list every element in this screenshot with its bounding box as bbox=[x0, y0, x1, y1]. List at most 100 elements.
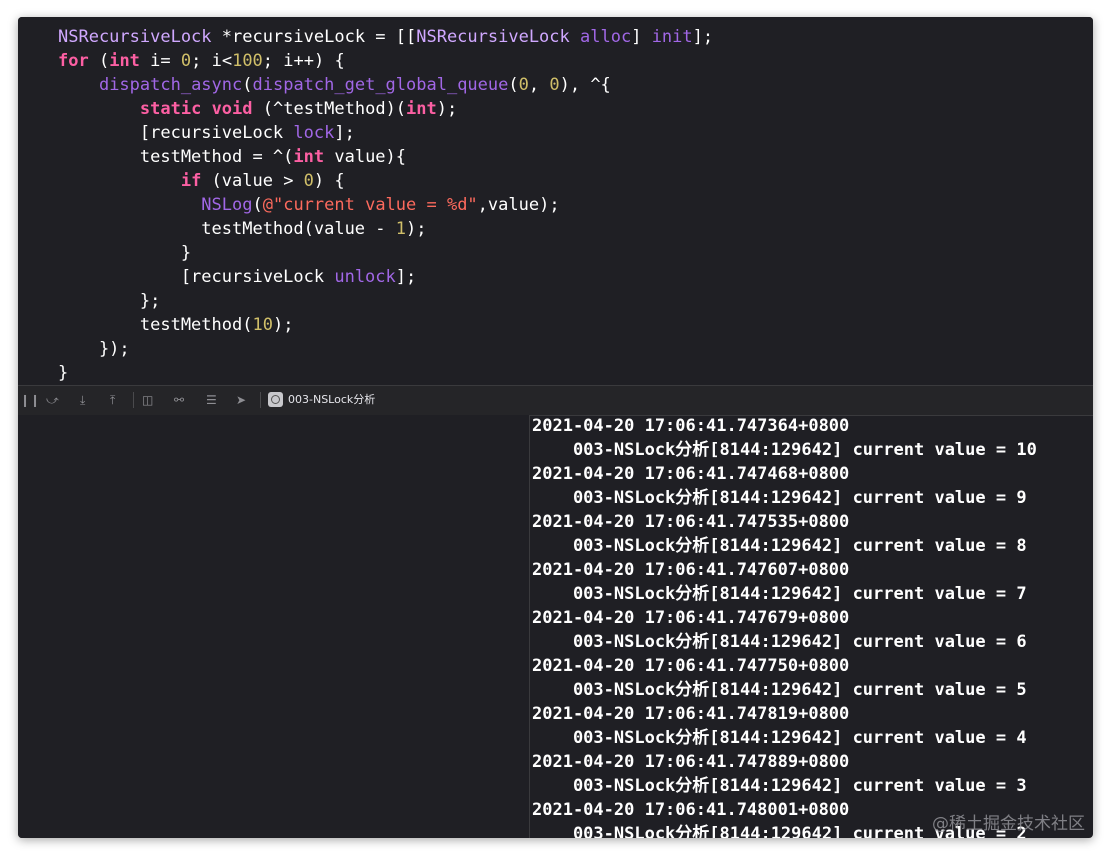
code-token: NSLog bbox=[201, 195, 253, 215]
code-token: ) { bbox=[313, 171, 345, 191]
code-token: ( bbox=[508, 75, 519, 95]
step-into-icon[interactable]: ⤓ bbox=[80, 392, 85, 408]
code-token: ,value); bbox=[477, 195, 560, 215]
code-token: (value > bbox=[201, 171, 304, 191]
code-token: }; bbox=[58, 291, 161, 311]
code-token: ), ^{ bbox=[559, 75, 611, 95]
location-icon[interactable]: ➤ bbox=[236, 392, 246, 408]
code-token: @"current value = %d" bbox=[262, 195, 478, 215]
code-token: testMethod = ^( bbox=[58, 147, 294, 167]
code-line: NSRecursiveLock *recursiveLock = [[NSRec… bbox=[58, 25, 713, 49]
code-line: }; bbox=[58, 289, 160, 313]
console-line: 003-NSLock分析[8144:129642] current value … bbox=[532, 536, 1027, 556]
code-token: ); bbox=[436, 99, 458, 119]
watermark: @稀土掘金技术社区 bbox=[932, 814, 1085, 834]
console-output[interactable]: 2021-04-20 17:06:41.747364+0800 003-NSLo… bbox=[530, 415, 1093, 838]
console-line: 003-NSLock分析[8144:129642] current value … bbox=[532, 728, 1027, 748]
console-line: 2021-04-20 17:06:41.747819+0800 bbox=[532, 704, 850, 724]
code-token: unlock bbox=[334, 267, 396, 287]
console-line: 2021-04-20 17:06:41.747607+0800 bbox=[532, 560, 850, 580]
code-token: dispatch_get_global_queue bbox=[252, 75, 509, 95]
code-token: ( bbox=[252, 195, 263, 215]
code-editor[interactable]: NSRecursiveLock *recursiveLock = [[NSRec… bbox=[18, 17, 1093, 385]
code-token: alloc bbox=[580, 27, 632, 47]
code-token: 1 bbox=[395, 219, 407, 239]
console-line: 2021-04-20 17:06:41.747364+0800 bbox=[532, 416, 850, 436]
code-token: 10 bbox=[252, 315, 273, 335]
code-token: int bbox=[406, 99, 437, 119]
code-token: ); bbox=[272, 315, 294, 335]
toolbar-separator bbox=[133, 392, 134, 408]
code-line: }); bbox=[58, 337, 130, 361]
code-token: 0 bbox=[303, 171, 314, 191]
console-line: 003-NSLock分析[8144:129642] current value … bbox=[532, 680, 1027, 700]
code-token: 0 bbox=[180, 51, 192, 71]
code-token: ( bbox=[88, 51, 110, 71]
code-token: for bbox=[58, 51, 89, 71]
console-line: 003-NSLock分析[8144:129642] current value … bbox=[532, 584, 1027, 604]
code-token: lock bbox=[293, 123, 335, 143]
code-token: ]; bbox=[395, 267, 417, 287]
code-token: ( bbox=[242, 75, 253, 95]
code-line: } bbox=[58, 361, 68, 385]
step-out-icon[interactable]: ⤒ bbox=[110, 392, 115, 408]
code-token: , bbox=[528, 75, 550, 95]
console-line: 2021-04-20 17:06:41.747889+0800 bbox=[532, 752, 850, 772]
code-token: (^testMethod)( bbox=[252, 99, 407, 119]
toolbar-separator bbox=[260, 392, 261, 408]
code-token: } bbox=[58, 243, 192, 263]
console-line: 2021-04-20 17:06:41.747468+0800 bbox=[532, 464, 850, 484]
code-line: NSLog(@"current value = %d",value); bbox=[58, 193, 560, 217]
code-token: testMethod(value - bbox=[58, 219, 396, 239]
code-line: testMethod = ^(int value){ bbox=[58, 145, 406, 169]
code-token: [recursiveLock bbox=[58, 123, 294, 143]
view-hierarchy-icon[interactable]: ◫ bbox=[142, 392, 153, 408]
code-token: void bbox=[211, 99, 253, 119]
code-token: 100 bbox=[232, 51, 263, 71]
pause-icon[interactable]: ❙❙ bbox=[20, 392, 40, 408]
code-line: static void (^testMethod)(int); bbox=[58, 97, 457, 121]
console-line: 003-NSLock分析[8144:129642] current value … bbox=[532, 776, 1027, 796]
console-line: 003-NSLock分析[8144:129642] current value … bbox=[532, 632, 1027, 652]
console-line: 2021-04-20 17:06:41.747679+0800 bbox=[532, 608, 850, 628]
console-line: 2021-04-20 17:06:41.747750+0800 bbox=[532, 656, 850, 676]
code-token: 0 bbox=[549, 75, 560, 95]
environment-overrides-icon[interactable]: ☰ bbox=[206, 392, 217, 408]
code-token: }); bbox=[58, 339, 130, 359]
code-line: testMethod(10); bbox=[58, 313, 294, 337]
code-token: } bbox=[58, 363, 69, 383]
code-token: ); bbox=[406, 219, 427, 239]
code-token: ; i< bbox=[191, 51, 233, 71]
code-token: if bbox=[180, 171, 202, 191]
code-token: ] bbox=[631, 27, 652, 47]
code-token: NSRecursiveLock bbox=[416, 27, 570, 47]
console-line: 2021-04-20 17:06:41.748001+0800 bbox=[532, 800, 850, 820]
code-token: init bbox=[651, 27, 693, 47]
code-line: if (value > 0) { bbox=[58, 169, 345, 193]
code-line: } bbox=[58, 241, 191, 265]
app-target-icon bbox=[268, 392, 283, 407]
xcode-window: NSRecursiveLock *recursiveLock = [[NSRec… bbox=[18, 17, 1093, 838]
code-token: value){ bbox=[324, 147, 407, 167]
code-line: testMethod(value - 1); bbox=[58, 217, 427, 241]
code-token: int bbox=[293, 147, 325, 167]
code-token: dispatch_async bbox=[98, 75, 243, 95]
memory-graph-icon[interactable]: ⚯ bbox=[174, 392, 184, 408]
variables-view[interactable] bbox=[18, 415, 529, 838]
code-token: static bbox=[139, 99, 202, 119]
code-token: NSRecursiveLock bbox=[58, 27, 212, 47]
code-token: *recursiveLock = [[ bbox=[211, 27, 417, 47]
code-token: ]; bbox=[692, 27, 714, 47]
code-line: for (int i= 0; i<100; i++) { bbox=[58, 49, 345, 73]
code-line: [recursiveLock lock]; bbox=[58, 121, 355, 145]
code-token: [recursiveLock bbox=[58, 267, 335, 287]
target-label[interactable]: 003-NSLock分析 bbox=[288, 392, 375, 408]
step-over-icon[interactable]: ⤻ bbox=[46, 392, 59, 408]
code-token: i= bbox=[139, 51, 181, 71]
code-token: int bbox=[109, 51, 140, 71]
